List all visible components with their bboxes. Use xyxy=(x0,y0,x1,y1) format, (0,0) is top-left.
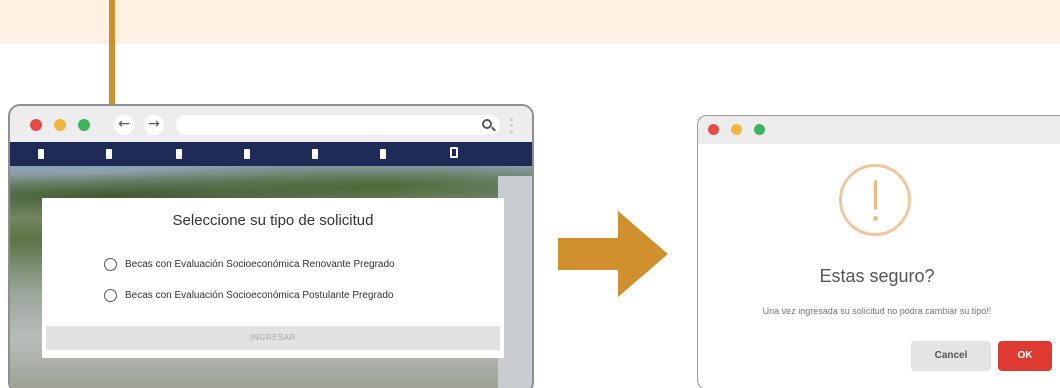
nav-item-icon[interactable] xyxy=(244,149,250,159)
radio-button[interactable] xyxy=(104,258,117,271)
big-right-arrow-icon xyxy=(618,211,668,297)
nav-item-icon[interactable] xyxy=(176,149,182,159)
confirm-dialog-window: Estas seguro? Una vez ingresada su solic… xyxy=(697,115,1060,388)
exclamation-circle-icon xyxy=(839,164,911,236)
forward-arrow-icon[interactable]: → xyxy=(144,115,164,135)
option-label: Becas con Evaluación Socioeconómica Post… xyxy=(125,290,394,301)
window-minimize-dot[interactable] xyxy=(54,119,66,131)
dialog-message: Una vez ingresada su solicitud no podra … xyxy=(762,306,992,316)
modal-title: Seleccione su tipo de solicitud xyxy=(172,212,374,229)
big-right-arrow-shaft xyxy=(558,238,620,270)
cancel-button[interactable]: Cancel xyxy=(911,341,991,371)
window-maximize-dot[interactable] xyxy=(754,124,765,135)
back-arrow-icon[interactable]: ← xyxy=(114,115,134,135)
ok-button[interactable]: OK xyxy=(998,341,1052,371)
book-icon[interactable] xyxy=(450,147,458,158)
nav-item-icon[interactable] xyxy=(106,149,112,159)
window-minimize-dot[interactable] xyxy=(731,124,742,135)
option-label: Becas con Evaluación Socioeconómica Reno… xyxy=(125,259,395,270)
nav-item-icon[interactable] xyxy=(38,149,44,159)
window-close-dot[interactable] xyxy=(708,124,719,135)
site-navigation-bar xyxy=(10,142,532,166)
window-close-dot[interactable] xyxy=(30,119,42,131)
dialog-title: Estas seguro? xyxy=(819,266,935,286)
option-renovante[interactable]: Becas con Evaluación Socioeconómica Reno… xyxy=(104,258,395,271)
browser-toolbar: ← → xyxy=(10,106,532,142)
dialog-toolbar xyxy=(698,116,1060,144)
radio-button[interactable] xyxy=(104,289,117,302)
option-postulante[interactable]: Becas con Evaluación Socioeconómica Post… xyxy=(104,289,394,302)
ingresar-button[interactable]: INGRESAR xyxy=(46,326,500,350)
browser-window: ← → Seleccione su tipo de solicitud Beca… xyxy=(8,104,534,388)
nav-item-icon[interactable] xyxy=(312,149,318,159)
nav-item-icon[interactable] xyxy=(380,149,386,159)
solicitud-type-modal: Seleccione su tipo de solicitud Becas co… xyxy=(42,198,504,358)
window-maximize-dot[interactable] xyxy=(78,119,90,131)
search-icon[interactable] xyxy=(482,119,492,129)
vertical-dots-icon[interactable] xyxy=(510,118,514,136)
address-bar[interactable] xyxy=(176,115,500,135)
top-banner-band xyxy=(0,0,1060,44)
